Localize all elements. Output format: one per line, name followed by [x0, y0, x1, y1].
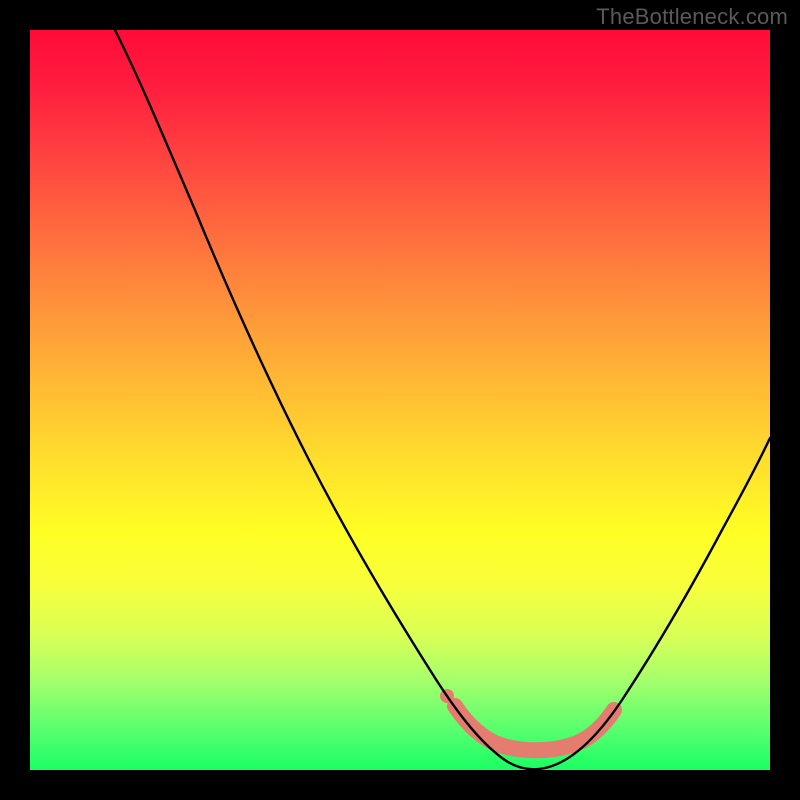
chart-frame: TheBottleneck.com: [0, 0, 800, 800]
heatmap-background: [30, 30, 770, 770]
watermark-text: TheBottleneck.com: [596, 4, 788, 30]
